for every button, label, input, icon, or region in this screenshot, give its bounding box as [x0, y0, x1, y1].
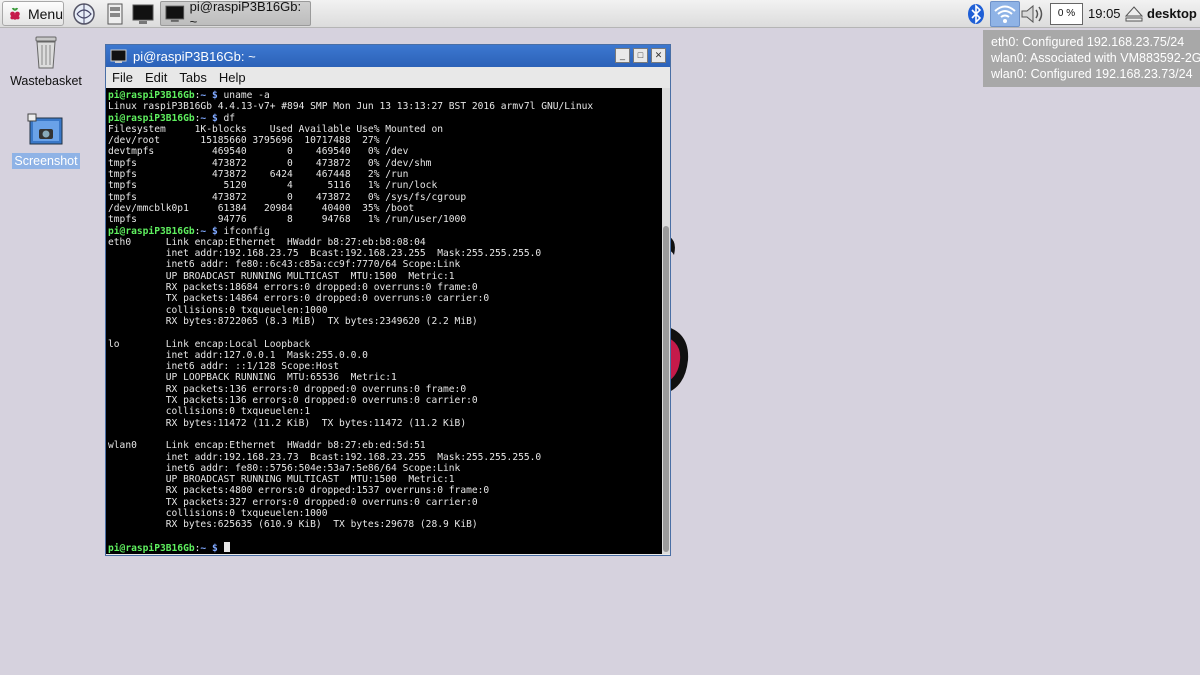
- eject-icon[interactable]: [1124, 5, 1144, 23]
- output-line: RX bytes:11472 (11.2 KiB) TX bytes:11472…: [108, 417, 467, 429]
- window-titlebar[interactable]: pi@raspiP3B16Gb: ~ _ □ ✕: [106, 45, 670, 67]
- terminal-icon: [110, 49, 127, 63]
- prompt-path: ~ $: [200, 542, 218, 554]
- close-button[interactable]: ✕: [651, 48, 666, 63]
- prompt-line: pi@raspiP3B16Gb:~ $ df: [108, 112, 236, 124]
- output-line: RX bytes:8722065 (8.3 MiB) TX bytes:2349…: [108, 315, 478, 327]
- web-browser-icon[interactable]: [72, 2, 96, 26]
- output-line: inet addr:192.168.23.73 Bcast:192.168.23…: [108, 451, 542, 463]
- volume-icon[interactable]: [1019, 2, 1047, 26]
- output-line: wlan0 Link encap:Ethernet HWaddr b8:27:e…: [108, 440, 426, 452]
- menu-tabs[interactable]: Tabs: [179, 70, 206, 85]
- prompt-path: ~ $: [200, 90, 218, 101]
- output-line: collisions:0 txqueuelen:1000: [108, 304, 328, 316]
- terminal-icon: [165, 5, 185, 22]
- output-line: RX packets:136 errors:0 dropped:0 overru…: [108, 383, 467, 395]
- screenshot-icon: [27, 113, 63, 145]
- output-line: inet addr:192.168.23.75 Bcast:192.168.23…: [108, 248, 542, 260]
- output-line: Filesystem 1K-blocks Used Available Use%…: [108, 123, 444, 135]
- window-title: pi@raspiP3B16Gb: ~: [133, 48, 256, 64]
- menu-file[interactable]: File: [112, 70, 133, 85]
- output-line: UP LOOPBACK RUNNING MTU:65536 Metric:1: [108, 372, 397, 384]
- tooltip-line: wlan0: Configured 192.168.23.73/24: [991, 67, 1193, 81]
- raspberry-pi-icon: [10, 7, 20, 20]
- scroll-thumb[interactable]: [663, 226, 669, 552]
- output-line: collisions:0 txqueuelen:1000: [108, 507, 328, 519]
- terminal-window[interactable]: pi@raspiP3B16Gb: ~ _ □ ✕ File Edit Tabs …: [105, 44, 671, 556]
- output-line: TX packets:14864 errors:0 dropped:0 over…: [108, 293, 490, 305]
- menu-label: Menu: [27, 5, 63, 22]
- file-manager-icon[interactable]: [103, 2, 127, 26]
- tooltip-line: wlan0: Associated with VM883592-2G: [991, 51, 1200, 65]
- prompt-user: pi@raspiP3B16Gb: [108, 225, 195, 237]
- output-line: RX bytes:625635 (610.9 KiB) TX bytes:296…: [108, 519, 478, 531]
- prompt-line: pi@raspiP3B16Gb:~ $ ifconfig: [108, 225, 270, 237]
- output-line: UP BROADCAST RUNNING MULTICAST MTU:1500 …: [108, 474, 455, 486]
- prompt-path: ~ $: [200, 112, 218, 124]
- cpu-monitor[interactable]: 0 %: [1050, 3, 1083, 25]
- output-line: /dev/root 15185660 3795696 10717488 27% …: [108, 135, 392, 147]
- output-line: collisions:0 txqueuelen:1: [108, 406, 311, 418]
- output-line: tmpfs 94776 8 94768 1% /run/user/1000: [108, 214, 467, 226]
- output-line: RX packets:18684 errors:0 dropped:0 over…: [108, 282, 478, 294]
- output-line: eth0 Link encap:Ethernet HWaddr b8:27:eb…: [108, 236, 426, 248]
- screenshot-desktop-icon[interactable]: Screenshot: [8, 112, 84, 169]
- menu-help[interactable]: Help: [219, 70, 246, 85]
- output-line: inet6 addr: fe80::6c43:c85a:cc9f:7770/64…: [108, 259, 461, 271]
- output-line: UP BROADCAST RUNNING MULTICAST MTU:1500 …: [108, 270, 455, 282]
- wifi-icon: [994, 5, 1016, 23]
- text-cursor: [223, 541, 230, 552]
- screenshot-label: Screenshot: [12, 153, 80, 169]
- output-line: tmpfs 473872 0 473872 0% /sys/fs/cgroup: [108, 191, 467, 203]
- tooltip-line: eth0: Configured 192.168.23.75/24: [991, 35, 1185, 49]
- bluetooth-icon[interactable]: [966, 3, 986, 25]
- command-text: ifconfig: [223, 225, 270, 237]
- output-line: /dev/mmcblk0p1 61384 20984 40400 35% /bo…: [108, 202, 415, 214]
- command-text: uname -a: [223, 90, 270, 101]
- output-line: RX packets:4800 errors:0 dropped:1537 ov…: [108, 485, 490, 497]
- prompt-user: pi@raspiP3B16Gb: [108, 112, 195, 124]
- terminal-output[interactable]: pi@raspiP3B16Gb:~ $ uname -a Linux raspiP…: [106, 88, 662, 554]
- output-line: tmpfs 473872 0 473872 0% /dev/shm: [108, 157, 432, 169]
- output-line: lo Link encap:Local Loopback: [108, 338, 311, 350]
- output-line: tmpfs 5120 4 5116 1% /run/lock: [108, 180, 438, 192]
- output-line: inet addr:127.0.0.1 Mask:255.0.0.0: [108, 349, 368, 361]
- maximize-button[interactable]: □: [633, 48, 648, 63]
- network-tooltip: eth0: Configured 192.168.23.75/24 wlan0:…: [983, 30, 1200, 87]
- prompt-user: pi@raspiP3B16Gb: [108, 542, 195, 554]
- output-line: Linux raspiP3B16Gb 4.4.13-v7+ #894 SMP M…: [108, 101, 594, 113]
- output-line: TX packets:136 errors:0 dropped:0 overru…: [108, 395, 478, 407]
- command-text: df: [223, 112, 236, 124]
- output-line: devtmpfs 469540 0 469540 0% /dev: [108, 146, 409, 158]
- menu-edit[interactable]: Edit: [145, 70, 167, 85]
- terminal-launcher-icon[interactable]: [131, 2, 155, 26]
- terminal-menubar: File Edit Tabs Help: [106, 67, 670, 88]
- wastebasket-desktop-icon[interactable]: Wastebasket: [8, 34, 84, 89]
- output-line: TX packets:327 errors:0 dropped:0 overru…: [108, 496, 478, 508]
- taskbar-window-button[interactable]: pi@raspiP3B16Gb: ~: [160, 0, 311, 29]
- wifi-tray-button[interactable]: [990, 1, 1020, 27]
- output-line: inet6 addr: fe80::5756:504e:53a7:5e86/64…: [108, 462, 461, 474]
- prompt-user: pi@raspiP3B16Gb: [108, 90, 195, 101]
- task-label: pi@raspiP3B16Gb: ~: [189, 0, 302, 29]
- desktop-pager[interactable]: desktop 3: [1147, 6, 1200, 21]
- taskbar: Menu pi@raspiP3B16Gb: ~ 0 % 19:05 deskto…: [0, 0, 1200, 29]
- menu-button[interactable]: Menu: [2, 1, 64, 26]
- terminal-scrollbar[interactable]: [662, 88, 670, 554]
- minimize-button[interactable]: _: [615, 48, 630, 63]
- output-line: tmpfs 473872 6424 467448 2% /run: [108, 169, 409, 181]
- wastebasket-label: Wastebasket: [10, 74, 82, 88]
- prompt-path: ~ $: [200, 225, 218, 237]
- trash-icon: [35, 36, 57, 69]
- prompt-line: pi@raspiP3B16Gb:~ $ uname -a: [108, 90, 270, 101]
- output-line: inet6 addr: ::1/128 Scope:Host: [108, 361, 340, 373]
- clock[interactable]: 19:05: [1088, 6, 1121, 21]
- prompt-line: pi@raspiP3B16Gb:~ $: [108, 541, 662, 554]
